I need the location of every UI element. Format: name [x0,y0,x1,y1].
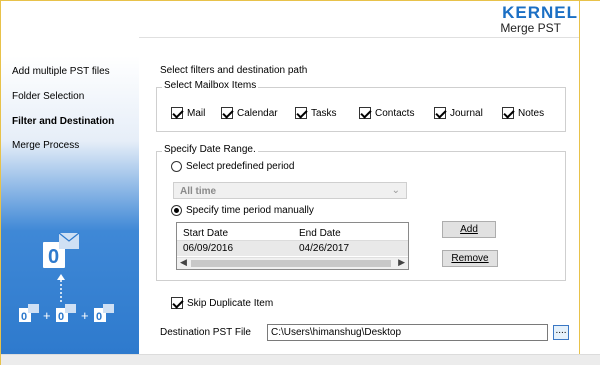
radio-label: Select predefined period [186,161,295,172]
sidebar-item-folder-selection[interactable]: Folder Selection [12,91,84,102]
sidebar-item-filter-destination[interactable]: Filter and Destination [12,116,114,127]
brand-logo: KERNEL [502,3,578,22]
predefined-period-select[interactable]: All time ⌄ [173,182,407,199]
date-range-legend: Specify Date Range. [162,144,258,155]
checkbox-calendar[interactable]: Calendar [221,107,278,119]
checkbox-label: Contacts [375,107,415,119]
checkbox-tasks[interactable]: Tasks [295,107,337,119]
checkbox-label: Notes [518,107,545,119]
date-range-table[interactable]: Start Date End Date 06/09/2016 04/26/201… [176,222,409,270]
destination-label: Destination PST File [160,327,251,338]
product-name: Merge PST [500,21,561,35]
checkbox-box[interactable] [502,107,514,119]
checkbox-box[interactable] [295,107,307,119]
checkbox-box[interactable] [171,107,183,119]
remove-button-label: Remove [451,253,489,264]
checkbox-box[interactable] [434,107,446,119]
scroll-left-icon[interactable]: ◀ [180,257,187,268]
sidebar-item-add-pst[interactable]: Add multiple PST files [12,66,110,77]
radio-manual-period[interactable]: Specify time period manually [171,205,314,216]
app-window: Add multiple PST files Folder Selection … [0,0,600,365]
radio-predefined-period[interactable]: Select predefined period [171,161,294,172]
checkbox-box[interactable] [359,107,371,119]
checkbox-box[interactable] [221,107,233,119]
table-cell-start-date: 06/09/2016 [183,243,234,254]
svg-text:0: 0 [48,246,59,268]
checkbox-box[interactable] [171,297,183,309]
page-heading: Select filters and destination path [160,65,308,76]
window-frame-right [579,1,600,354]
svg-text:0: 0 [58,311,64,323]
radio-dot[interactable] [171,161,182,172]
outlook-icon: 0 [43,232,80,268]
checkbox-notes[interactable]: Notes [502,107,544,119]
add-button[interactable]: Add [442,221,496,238]
radio-dot[interactable] [171,205,182,216]
sidebar-item-merge-process[interactable]: Merge Process [12,140,79,151]
column-header-start-date[interactable]: Start Date [183,228,228,239]
scrollbar-thumb[interactable] [191,260,391,267]
mailbox-items-legend: Select Mailbox Items [162,80,259,91]
table-horizontal-scrollbar[interactable]: ◀ ▶ [177,257,408,269]
merge-illustration: 0 0 + 0 + 0 [19,232,114,323]
remove-button[interactable]: Remove [442,250,498,267]
add-button-label: Add [460,224,478,235]
radio-label: Specify time period manually [186,205,314,216]
outlook-icon: 0 [56,304,76,323]
plus-sign: + [43,308,51,323]
checkbox-label: Skip Duplicate Item [187,297,274,309]
checkbox-journal[interactable]: Journal [434,107,483,119]
checkbox-label: Journal [450,107,483,119]
checkbox-contacts[interactable]: Contacts [359,107,414,119]
plus-sign: + [81,308,89,323]
column-header-end-date[interactable]: End Date [299,228,341,239]
status-bar [1,354,600,365]
wizard-sidebar: Add multiple PST files Folder Selection … [1,1,139,354]
checkbox-label: Calendar [237,107,278,119]
outlook-icon: 0 [94,304,114,323]
checkbox-label: Tasks [311,107,337,119]
checkbox-skip-duplicate[interactable]: Skip Duplicate Item [171,297,273,309]
table-cell-end-date: 04/26/2017 [299,243,350,254]
checkbox-label: Mail [187,107,206,119]
checkbox-mail[interactable]: Mail [171,107,205,119]
chevron-down-icon: ⌄ [391,185,400,196]
svg-text:0: 0 [96,311,102,323]
select-value: All time [180,186,217,197]
main-panel: Select filters and destination path Sele… [140,38,579,354]
svg-text:0: 0 [21,311,27,323]
destination-path-input[interactable]: C:\Users\himanshug\Desktop [267,324,548,341]
scroll-right-icon[interactable]: ▶ [398,257,405,268]
outlook-icon: 0 [19,304,39,323]
browse-button[interactable]: .... [553,325,569,340]
